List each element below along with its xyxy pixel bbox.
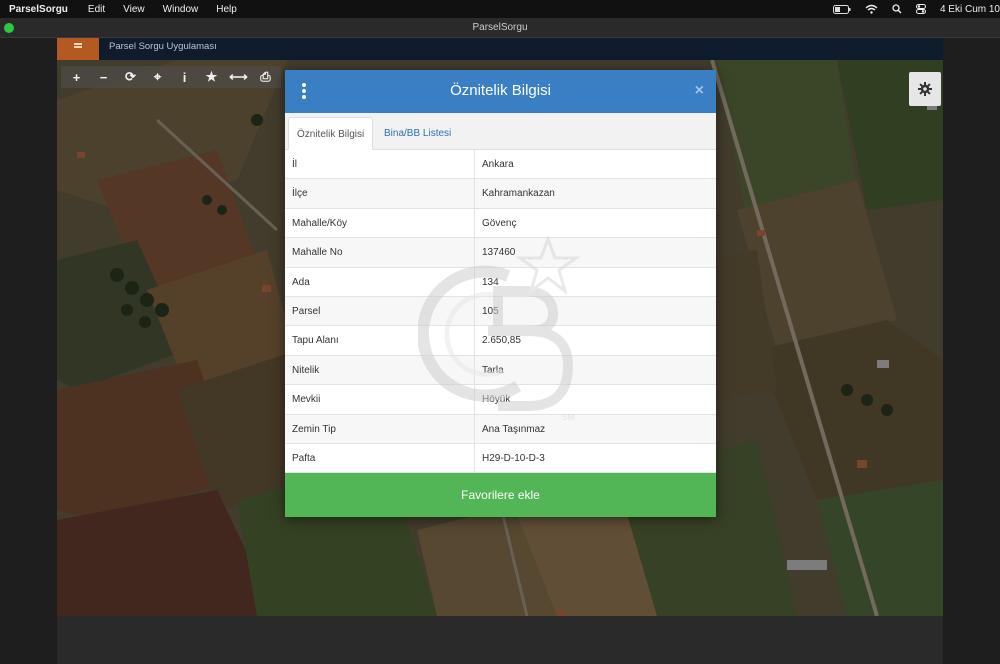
table-row: Pafta H29-D-10-D-3 — [285, 443, 716, 474]
control-center-icon[interactable] — [915, 4, 926, 14]
attribute-table: İl Ankara İlçe Kahramankazan Mahalle/Köy Gö… — [285, 150, 716, 474]
hamburger-menu-button[interactable] — [57, 38, 99, 60]
zoom-out-icon[interactable]: − — [90, 66, 117, 88]
row-value: Kahramankazan — [482, 188, 555, 200]
window-title: ParselSorgu — [472, 22, 528, 33]
modal-header: Öznitelik Bilgisi × — [285, 70, 716, 113]
refresh-icon[interactable]: ⟳ — [117, 66, 144, 88]
hamburger-icon-line — [74, 46, 82, 48]
row-key: Tapu Alanı — [292, 335, 339, 347]
hamburger-icon — [74, 43, 82, 45]
locate-icon[interactable]: ⌖ — [144, 66, 171, 88]
info-icon[interactable]: i — [171, 66, 198, 88]
search-icon[interactable] — [892, 4, 902, 14]
wifi-icon[interactable] — [865, 4, 878, 14]
row-key: Pafta — [292, 452, 316, 464]
row-key: İlçe — [292, 188, 308, 200]
row-key: Nitelik — [292, 364, 320, 376]
menu-app-name[interactable]: ParselSorgu — [9, 4, 68, 15]
window-close-dot[interactable] — [4, 23, 14, 33]
menu-window[interactable]: Window — [163, 4, 199, 15]
attribute-info-modal: Öznitelik Bilgisi × Öznitelik Bilgisi Bi… — [285, 70, 716, 517]
row-key: Mahalle No — [292, 247, 343, 259]
table-row: İlçe Kahramankazan — [285, 179, 716, 209]
menu-clock[interactable]: 4 Eki Cum 10 — [940, 4, 1000, 15]
window-titlebar: ParselSorgu — [0, 18, 1000, 38]
add-to-favorites-button[interactable]: Favorilere ekle — [285, 473, 716, 517]
row-value: Tarla — [482, 364, 504, 376]
tab-building-list[interactable]: Bina/BB Listesi — [376, 117, 459, 150]
settings-button[interactable] — [909, 72, 941, 106]
measure-icon[interactable]: ⟷ — [225, 66, 252, 88]
close-icon[interactable]: × — [695, 82, 704, 100]
row-key: Parsel — [292, 305, 321, 317]
modal-title: Öznitelik Bilgisi — [450, 82, 551, 99]
print-icon[interactable]: ⎙ — [252, 66, 279, 88]
gear-icon — [918, 82, 932, 96]
table-row: İl Ankara — [285, 150, 716, 180]
app-title: Parsel Sorgu Uygulaması — [109, 41, 217, 52]
menu-bar: ParselSorgu Edit View Window Help 4 Eki … — [0, 0, 1000, 18]
app-header: Parsel Sorgu Uygulaması — [57, 38, 943, 60]
modal-tabs: Öznitelik Bilgisi Bina/BB Listesi — [285, 113, 716, 150]
map-toolbar: + − ⟳ ⌖ i ★ ⟷ ⎙ — [61, 66, 281, 88]
table-row: Mahalle/Köy Gövenç — [285, 208, 716, 239]
zoom-in-icon[interactable]: + — [63, 66, 90, 88]
battery-icon[interactable] — [832, 4, 851, 14]
menu-view[interactable]: View — [123, 4, 145, 15]
row-value: 2.650,85 — [482, 335, 521, 347]
row-key: Mahalle/Köy — [292, 217, 348, 229]
row-key: Mevkii — [292, 394, 321, 406]
table-row: Ada 134 — [285, 267, 716, 297]
table-row: Parsel 105 — [285, 296, 716, 327]
table-row: Mahalle No 137460 — [285, 238, 716, 268]
table-row: Nitelik Tarla — [285, 355, 716, 386]
bottom-panel — [57, 616, 943, 664]
row-value: Ankara — [482, 159, 514, 170]
menu-help[interactable]: Help — [216, 4, 237, 15]
row-value: 134 — [482, 276, 499, 288]
row-value: 105 — [482, 305, 499, 317]
row-value: Ana Taşınmaz — [482, 423, 546, 435]
table-row: Tapu Alanı 2.650,85 — [285, 326, 716, 356]
menu-edit[interactable]: Edit — [88, 4, 105, 15]
star-icon[interactable]: ★ — [198, 66, 225, 88]
table-row: Zemin Tip Ana Taşınmaz — [285, 414, 716, 444]
tab-attribute-info[interactable]: Öznitelik Bilgisi — [288, 117, 374, 150]
row-key: Ada — [292, 276, 310, 288]
row-key: Zemin Tip — [292, 423, 336, 435]
row-value: 137460 — [482, 247, 516, 259]
row-value: Gövenç — [482, 217, 517, 229]
table-row: Mevkii Höyük — [285, 385, 716, 415]
row-value: Höyük — [482, 394, 511, 406]
row-value: H29-D-10-D-3 — [482, 452, 545, 464]
row-key: İl — [292, 159, 297, 170]
